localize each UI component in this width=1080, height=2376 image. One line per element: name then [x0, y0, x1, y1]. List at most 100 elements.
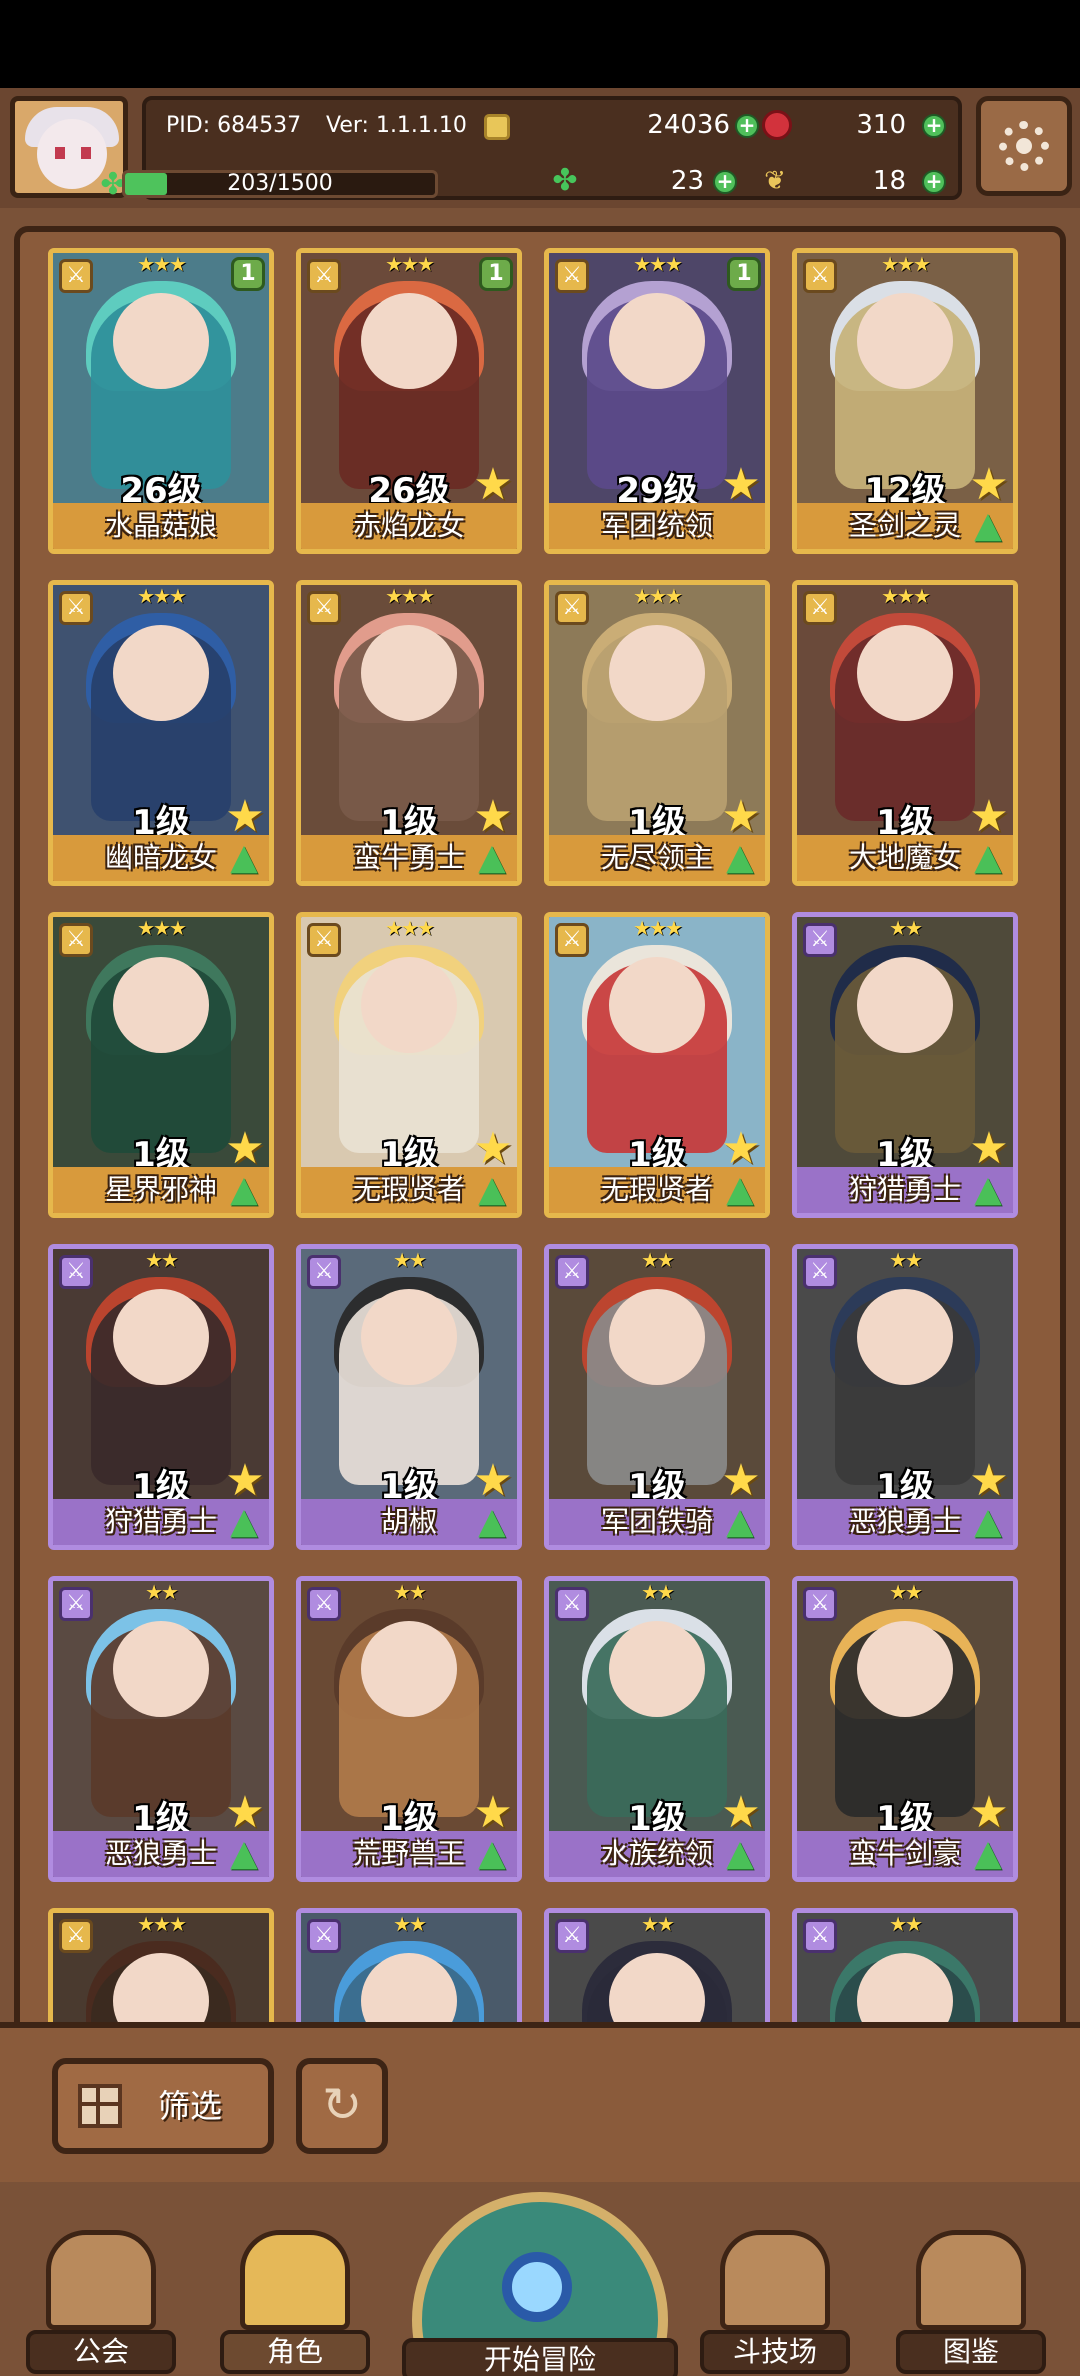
- character-face-icon: [240, 2230, 350, 2330]
- filter-grid-icon: [78, 2084, 122, 2128]
- star-upgrade-icon[interactable]: ★: [471, 1791, 515, 1835]
- character-card[interactable]: ★★ ⚔ 1级 胡椒 ★ ▲: [296, 1244, 522, 1550]
- magnifier-icon: [502, 2252, 572, 2322]
- nav-character-label: 角色: [220, 2330, 370, 2374]
- level-up-arrow-icon[interactable]: ▲: [719, 1833, 761, 1875]
- character-card[interactable]: ★★★ ⚔ 1级 星界邪神 ★ ▲: [48, 912, 274, 1218]
- class-type-icon: ⚔: [803, 923, 837, 957]
- character-card[interactable]: ★★ ⚔ 1级 恶狼勇士 ★ ▲: [792, 1244, 1018, 1550]
- level-up-arrow-icon[interactable]: ▲: [471, 1833, 513, 1875]
- character-card[interactable]: ★★ ⚔ 1级 恶狼勇士 ★ ▲: [48, 1576, 274, 1882]
- class-type-icon: ⚔: [59, 591, 93, 625]
- level-up-arrow-icon[interactable]: ▲: [967, 1833, 1009, 1875]
- clover-icon: ✤: [552, 163, 578, 198]
- class-type-icon: ⚔: [59, 1919, 93, 1953]
- exp-bar: 203/1500: [122, 170, 438, 198]
- level-up-arrow-icon[interactable]: ▲: [967, 505, 1009, 547]
- start-adventure-label: 开始冒险: [402, 2338, 678, 2376]
- refresh-icon: ↻: [321, 2077, 363, 2133]
- character-card[interactable]: ★★★ ⚔ 1级 大地魔女 ★ ▲: [792, 580, 1018, 886]
- character-card[interactable]: ★★★ ⚔ 1级 无瑕贤者 ★ ▲: [296, 912, 522, 1218]
- star-upgrade-icon[interactable]: ★: [471, 1127, 515, 1171]
- class-type-icon: ⚔: [555, 259, 589, 293]
- bottom-nav: 公会 角色 开始冒险 斗技场 图鉴: [0, 2182, 1080, 2376]
- character-card[interactable]: ★★ ⚔ 1级 水族统领 ★ ▲: [544, 1576, 770, 1882]
- character-card[interactable]: ★★★ ⚔ 1级 无尽领主 ★ ▲: [544, 580, 770, 886]
- level-up-arrow-icon[interactable]: ▲: [223, 1169, 265, 1211]
- level-up-arrow-icon[interactable]: ▲: [719, 1501, 761, 1543]
- refresh-button[interactable]: ↻: [296, 2058, 388, 2154]
- add-gold-button[interactable]: +: [735, 114, 759, 138]
- settings-button[interactable]: [976, 96, 1072, 196]
- class-type-icon: ⚔: [307, 1255, 341, 1289]
- star-upgrade-icon[interactable]: ★: [967, 795, 1011, 839]
- nav-arena-label: 斗技场: [700, 2330, 850, 2374]
- star-upgrade-icon[interactable]: ★: [967, 1127, 1011, 1171]
- start-adventure-button[interactable]: 开始冒险: [402, 2192, 678, 2376]
- star-upgrade-icon[interactable]: ★: [223, 795, 267, 839]
- class-type-icon: ⚔: [59, 1587, 93, 1621]
- class-type-icon: ⚔: [307, 591, 341, 625]
- star-upgrade-icon[interactable]: ★: [967, 463, 1011, 507]
- class-type-icon: ⚔: [307, 259, 341, 293]
- character-name: 水晶菇娘: [53, 503, 269, 549]
- guild-building-icon: [46, 2230, 156, 2330]
- character-card[interactable]: ★★★ ⚔ 1级 幽暗龙女 ★ ▲: [48, 580, 274, 886]
- star-upgrade-icon[interactable]: ★: [719, 1791, 763, 1835]
- level-up-arrow-icon[interactable]: ▲: [967, 1501, 1009, 1543]
- star-upgrade-icon[interactable]: ★: [719, 1459, 763, 1503]
- level-up-arrow-icon[interactable]: ▲: [471, 1501, 513, 1543]
- star-upgrade-icon[interactable]: ★: [719, 463, 763, 507]
- character-card[interactable]: ★★ ⚔ 1级 狩猎勇士 ★ ▲: [792, 912, 1018, 1218]
- nav-guild[interactable]: 公会: [26, 2230, 176, 2374]
- level-up-arrow-icon[interactable]: ▲: [967, 837, 1009, 879]
- star-upgrade-icon[interactable]: ★: [967, 1791, 1011, 1835]
- level-up-arrow-icon[interactable]: ▲: [223, 837, 265, 879]
- character-card[interactable]: ★★★ ⚔ 1级 蛮牛勇士 ★ ▲: [296, 580, 522, 886]
- character-card[interactable]: ★★★ ⚔ 1 26级 赤焰龙女 ★: [296, 248, 522, 554]
- clover-amount: 23: [670, 166, 704, 196]
- level-up-arrow-icon[interactable]: ▲: [967, 1169, 1009, 1211]
- player-id: PID: 684537: [166, 113, 302, 138]
- add-clover-button[interactable]: +: [713, 170, 737, 194]
- level-up-arrow-icon[interactable]: ▲: [471, 837, 513, 879]
- class-type-icon: ⚔: [307, 923, 341, 957]
- character-card[interactable]: ★★★ ⚔ 1 26级 水晶菇娘: [48, 248, 274, 554]
- add-ruby-button[interactable]: +: [922, 114, 946, 138]
- character-card[interactable]: ★★ ⚔ 1级 荒野兽王 ★ ▲: [296, 1576, 522, 1882]
- star-upgrade-icon[interactable]: ★: [471, 1459, 515, 1503]
- level-up-arrow-icon[interactable]: ▲: [719, 1169, 761, 1211]
- class-type-icon: ⚔: [555, 923, 589, 957]
- level-up-arrow-icon[interactable]: ▲: [223, 1833, 265, 1875]
- filter-button[interactable]: 筛选: [52, 2058, 274, 2154]
- star-upgrade-icon[interactable]: ★: [223, 1459, 267, 1503]
- level-up-arrow-icon[interactable]: ▲: [471, 1169, 513, 1211]
- leaf-icon: ❦: [764, 166, 786, 196]
- star-upgrade-icon[interactable]: ★: [223, 1791, 267, 1835]
- leaf-amount: 18: [872, 166, 906, 196]
- star-upgrade-icon[interactable]: ★: [223, 1127, 267, 1171]
- character-card[interactable]: ★★ ⚔ 1级 蛮牛剑豪 ★ ▲: [792, 1576, 1018, 1882]
- character-card[interactable]: ★★ ⚔ 1级 军团铁骑 ★ ▲: [544, 1244, 770, 1550]
- nav-character[interactable]: 角色: [220, 2230, 370, 2374]
- star-upgrade-icon[interactable]: ★: [967, 1459, 1011, 1503]
- card-notification-badge: 1: [479, 257, 513, 291]
- character-card[interactable]: ★★ ⚔ 1级 狩猎勇士 ★ ▲: [48, 1244, 274, 1550]
- app-root: PID: 684537 Ver: 1.1.1.10 24036 + 310 + …: [0, 88, 1080, 2376]
- star-upgrade-icon[interactable]: ★: [471, 795, 515, 839]
- star-upgrade-icon[interactable]: ★: [719, 795, 763, 839]
- star-upgrade-icon[interactable]: ★: [719, 1127, 763, 1171]
- class-type-icon: ⚔: [803, 591, 837, 625]
- ruby-amount: 310: [856, 110, 906, 140]
- ruby-gem-icon: [762, 110, 792, 140]
- add-leaf-button[interactable]: +: [922, 170, 946, 194]
- character-card[interactable]: ★★★ ⚔ 1 29级 军团统领 ★: [544, 248, 770, 554]
- character-card[interactable]: ★★★ ⚔ 1级 无瑕贤者 ★ ▲: [544, 912, 770, 1218]
- level-up-arrow-icon[interactable]: ▲: [223, 1501, 265, 1543]
- gold-amount: 24036: [647, 110, 730, 140]
- nav-arena[interactable]: 斗技场: [700, 2230, 850, 2374]
- level-up-arrow-icon[interactable]: ▲: [719, 837, 761, 879]
- character-card[interactable]: ★★★ ⚔ 12级 圣剑之灵 ★ ▲: [792, 248, 1018, 554]
- star-upgrade-icon[interactable]: ★: [471, 463, 515, 507]
- nav-codex[interactable]: 图鉴: [896, 2230, 1046, 2374]
